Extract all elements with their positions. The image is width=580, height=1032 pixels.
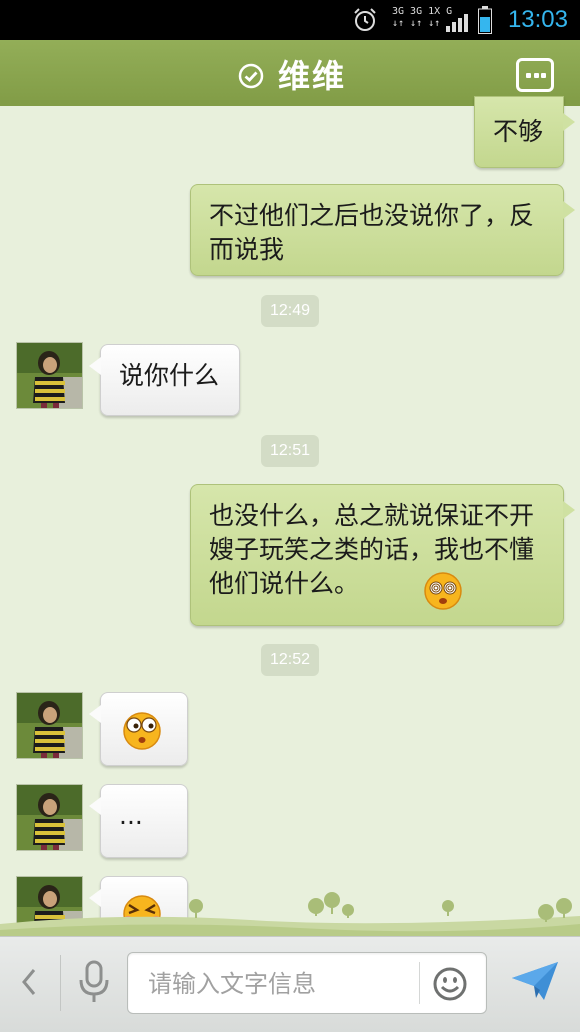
dizzy-face-emoji [424,572,462,610]
send-icon[interactable] [510,958,560,1004]
status-bar: 3G 3G 1X G ↓↑ ↓↑ ↓↑ 13:03 [0,0,580,40]
landscape-decoration [0,892,580,936]
message-bubble-outgoing[interactable]: 也没什么，总之就说保证不开嫂子玩笑之类的话，我也不懂他们说什么。 [190,484,575,626]
surprised-face-emoji [123,712,161,750]
chat-title[interactable]: 维维 [278,54,346,98]
more-options-icon[interactable] [516,58,554,92]
microphone-icon[interactable] [76,960,112,1004]
battery-icon [478,6,492,34]
timestamp-chip: 12:49 [261,295,319,327]
divider [60,955,61,1011]
message-text: ... [119,801,143,830]
message-bubble-outgoing[interactable]: 不过他们之后也没说你了，反而说我 [190,184,575,276]
alarm-clock-icon [354,8,376,31]
divider [419,962,420,1004]
message-text: 也没什么，总之就说保证不开嫂子玩笑之类的话，我也不懂他们说什么。 [209,501,535,598]
network-indicator: 3G 3G 1X G ↓↑ ↓↑ ↓↑ [392,6,452,30]
check-circle-icon [238,63,264,89]
contact-avatar[interactable] [16,692,83,759]
chevron-left-icon[interactable] [18,964,40,1000]
message-bubble-outgoing[interactable]: 不够 [474,96,575,168]
smiley-icon[interactable] [432,966,468,1002]
message-bubble-incoming[interactable] [89,692,188,766]
message-text-field[interactable] [146,965,420,1003]
contact-avatar[interactable] [16,784,83,851]
signal-strength-icon [446,14,468,32]
contact-avatar[interactable] [16,342,83,409]
timestamp-chip: 12:51 [261,435,319,467]
network-type-text: 3G 3G 1X G [392,6,453,17]
network-activity-text: ↓↑ ↓↑ ↓↑ [392,18,441,29]
message-text: 不过他们之后也没说你了，反而说我 [209,201,535,264]
timestamp-chip: 12:52 [261,644,319,676]
status-time: 13:03 [507,6,568,33]
message-text: 不够 [493,117,544,146]
message-bubble-incoming[interactable]: ... [89,784,188,858]
message-bubble-incoming[interactable]: 说你什么 [89,344,240,416]
message-text: 说你什么 [119,361,220,390]
